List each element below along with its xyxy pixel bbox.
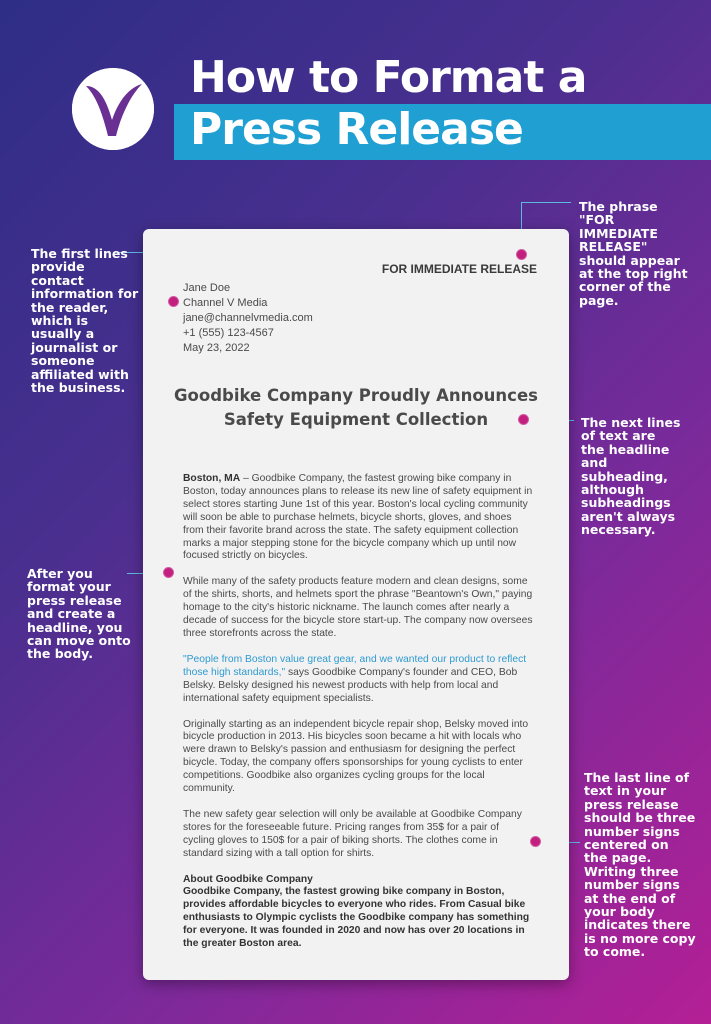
headline-line2: Safety Equipment Collection xyxy=(223,410,489,429)
body-paragraph-3: "People from Boston value great gear, an… xyxy=(183,654,533,706)
headline-note: The next lines of text are the headline … xyxy=(581,415,681,538)
contact-company: Channel V Media xyxy=(183,297,268,309)
page-title-line2: Press Release xyxy=(190,104,524,155)
contact-email: jane@channelvmedia.com xyxy=(183,312,313,324)
marker-headline-dot xyxy=(518,414,529,425)
body-copy: Boston, MA – Goodbike Company, the faste… xyxy=(183,473,533,951)
contact-note: The first lines provide contact informat… xyxy=(31,246,139,396)
headline: Goodbike Company Proudly Announces Safet… xyxy=(163,384,549,432)
contact-date: May 23, 2022 xyxy=(183,342,250,354)
body-paragraph-4: Originally starting as an independent bi… xyxy=(183,718,529,795)
body-paragraph-1: Boston, MA – Goodbike Company, the faste… xyxy=(183,473,533,563)
about-title: About Goodbike Company xyxy=(183,873,313,885)
body-paragraph-2: While many of the safety products featur… xyxy=(183,576,533,639)
release-note: The phrase "FOR IMMEDIATE RELEASE" shoul… xyxy=(579,199,688,308)
headline-line1: Goodbike Company Proudly Announces xyxy=(174,386,538,405)
body-note: After you format your press release and … xyxy=(27,566,131,662)
press-release-document: FOR IMMEDIATE RELEASE Jane Doe Channel V… xyxy=(143,229,569,980)
marker-end-dot xyxy=(530,836,541,847)
about-text: Goodbike Company, the fastest growing bi… xyxy=(183,886,530,950)
body-paragraph-1-text: – Goodbike Company, the fastest growing … xyxy=(183,473,533,562)
marker-body-dot xyxy=(163,567,174,578)
contact-phone: +1 (555) 123-4567 xyxy=(183,327,274,339)
connector-release-h xyxy=(521,202,571,203)
marker-release-dot xyxy=(516,249,527,260)
for-immediate-release: FOR IMMEDIATE RELEASE xyxy=(381,262,537,276)
page-title-line1: How to Format a xyxy=(190,52,587,103)
contact-block: Jane Doe Channel V Media jane@channelvme… xyxy=(183,281,313,356)
marker-contact-dot xyxy=(168,296,179,307)
channel-v-logo xyxy=(72,68,154,150)
body-paragraph-5: The new safety gear selection will only … xyxy=(183,808,522,859)
channel-v-logo-icon xyxy=(72,68,154,150)
dateline: Boston, MA xyxy=(183,473,241,484)
end-note: The last line of text in your press rele… xyxy=(584,770,696,960)
contact-name: Jane Doe xyxy=(183,282,231,294)
